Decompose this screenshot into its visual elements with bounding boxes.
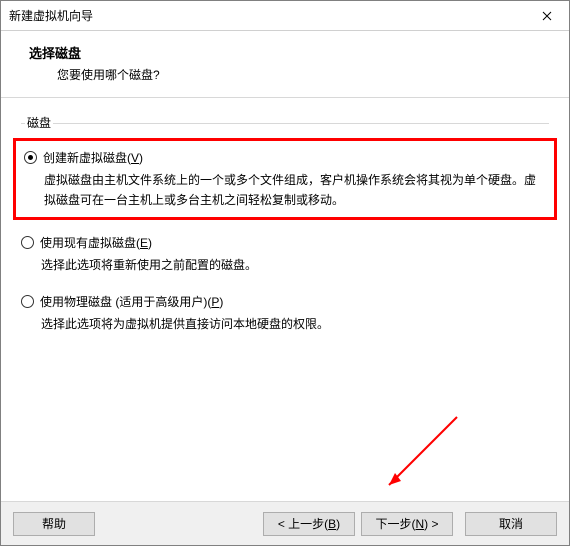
wizard-header: 选择磁盘 您要使用哪个磁盘? (1, 31, 569, 97)
content-area: 磁盘 创建新虚拟磁盘(V) 虚拟磁盘由主机文件系统上的一个或多个文件组成，客户机… (1, 98, 569, 335)
disk-group: 创建新虚拟磁盘(V) 虚拟磁盘由主机文件系统上的一个或多个文件组成，客户机操作系… (21, 123, 549, 335)
cancel-button[interactable]: 取消 (465, 512, 557, 536)
option-description: 选择此选项将为虚拟机提供直接访问本地硬盘的权限。 (21, 310, 549, 334)
radio-create-new-disk[interactable]: 创建新虚拟磁盘(V) (24, 149, 546, 166)
page-title: 选择磁盘 (29, 43, 549, 62)
window-title: 新建虚拟机向导 (9, 7, 93, 24)
radio-icon (21, 295, 34, 308)
radio-icon (21, 236, 34, 249)
option-description: 选择此选项将重新使用之前配置的磁盘。 (21, 251, 549, 275)
option-label: 使用现有虚拟磁盘(E) (40, 234, 152, 251)
highlight-box: 创建新虚拟磁盘(V) 虚拟磁盘由主机文件系统上的一个或多个文件组成，客户机操作系… (13, 138, 557, 220)
footer: 帮助 < 上一步(B) 下一步(N) > 取消 (1, 501, 569, 545)
page-subtitle: 您要使用哪个磁盘? (29, 66, 549, 83)
next-button[interactable]: 下一步(N) > (361, 512, 453, 536)
option-description: 虚拟磁盘由主机文件系统上的一个或多个文件组成，客户机操作系统会将其视为单个硬盘。… (24, 166, 546, 211)
option-create-new-disk: 创建新虚拟磁盘(V) 虚拟磁盘由主机文件系统上的一个或多个文件组成，客户机操作系… (24, 149, 546, 211)
annotation-arrow (377, 407, 467, 497)
close-icon (542, 11, 552, 21)
option-existing-disk: 使用现有虚拟磁盘(E) 选择此选项将重新使用之前配置的磁盘。 (21, 234, 549, 275)
radio-existing-disk[interactable]: 使用现有虚拟磁盘(E) (21, 234, 549, 251)
back-button[interactable]: < 上一步(B) (263, 512, 355, 536)
option-label: 创建新虚拟磁盘(V) (43, 149, 143, 166)
option-label: 使用物理磁盘 (适用于高级用户)(P) (40, 293, 223, 310)
group-label: 磁盘 (25, 116, 53, 130)
radio-icon (24, 151, 37, 164)
close-button[interactable] (524, 1, 569, 30)
radio-physical-disk[interactable]: 使用物理磁盘 (适用于高级用户)(P) (21, 293, 549, 310)
help-button[interactable]: 帮助 (13, 512, 95, 536)
titlebar: 新建虚拟机向导 (1, 1, 569, 31)
option-physical-disk: 使用物理磁盘 (适用于高级用户)(P) 选择此选项将为虚拟机提供直接访问本地硬盘… (21, 293, 549, 334)
